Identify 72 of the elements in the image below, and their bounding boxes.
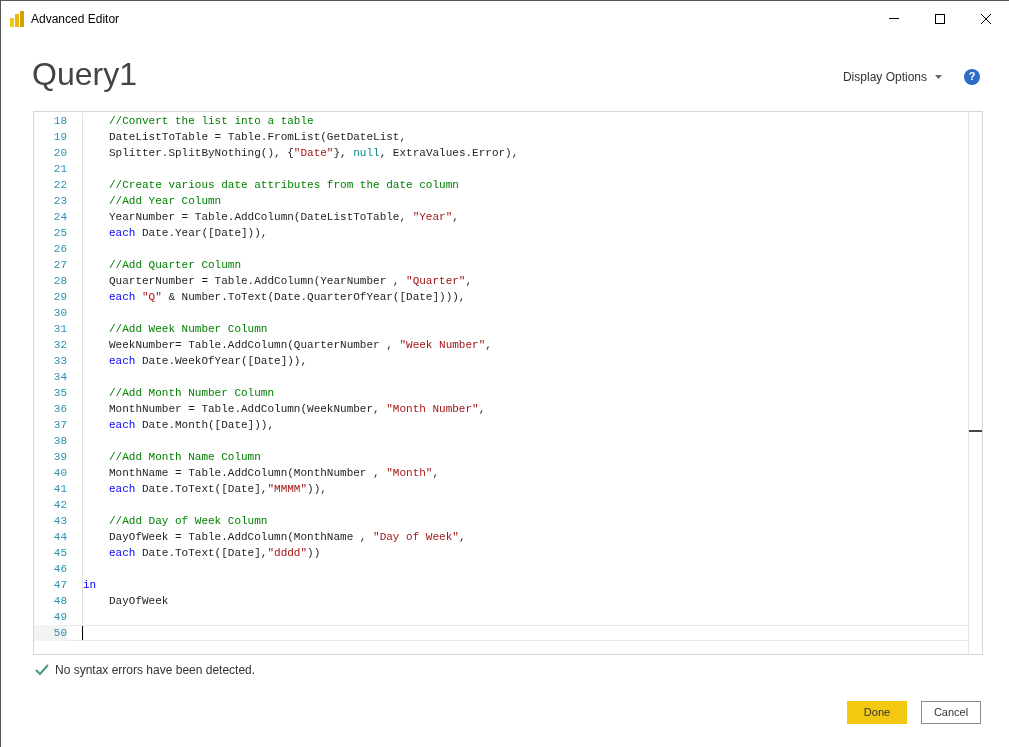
code-line: //Add Month Number Column — [109, 385, 275, 401]
line-number: 28 — [52, 273, 67, 289]
line-number: 27 — [52, 257, 67, 273]
line-number: 31 — [52, 321, 67, 337]
code-line: DayOfWeek — [109, 593, 169, 609]
line-number: 30 — [52, 305, 67, 321]
scroll-marker — [969, 430, 982, 432]
code-line: //Add Day of Week Column — [109, 513, 268, 529]
code-line: each Date.ToText([Date],"dddd")) — [109, 545, 321, 561]
done-button[interactable]: Done — [847, 701, 907, 724]
line-number: 18 — [52, 113, 67, 129]
line-number: 43 — [52, 513, 67, 529]
line-number: 33 — [52, 353, 67, 369]
line-number: 22 — [52, 177, 67, 193]
status-message: No syntax errors have been detected. — [55, 662, 256, 679]
code-line: //Add Week Number Column — [109, 321, 268, 337]
code-line: //Add Month Name Column — [109, 449, 261, 465]
query-title: Query1 — [32, 54, 137, 94]
app-logo-icon — [10, 10, 24, 27]
code-line: DayOfWeek = Table.AddColumn(MonthName , "Day of Week", — [109, 529, 466, 545]
line-number: 41 — [52, 481, 67, 497]
code-line: MonthName = Table.AddColumn(MonthNumber , "Month", — [109, 465, 440, 481]
help-button[interactable]: ? — [964, 68, 980, 85]
line-number: 21 — [52, 161, 67, 177]
code-line: each Date.ToText([Date],"MMMM")), — [109, 481, 327, 497]
caret-icon — [935, 74, 942, 79]
text-cursor — [82, 626, 83, 640]
code-line: in — [83, 577, 97, 593]
line-number: 24 — [52, 209, 67, 225]
line-number: 35 — [52, 385, 67, 401]
code-line: //Convert the list into a table — [109, 113, 314, 129]
line-number: 19 — [52, 129, 67, 145]
line-number: 26 — [52, 241, 67, 257]
code-line: //Add Year Column — [109, 193, 222, 209]
line-number: 46 — [52, 561, 67, 577]
line-number: 38 — [52, 433, 67, 449]
code-line: Splitter.SplitByNothing(), {"Date"}, null, ExtraValues.Error), — [109, 145, 519, 161]
code-line: //Add Quarter Column — [109, 257, 242, 273]
maximize-icon — [935, 13, 945, 24]
line-number: 20 — [52, 145, 67, 161]
code-line: MonthNumber = Table.AddColumn(WeekNumber, "Month Number", — [109, 401, 486, 417]
line-number: 23 — [52, 193, 67, 209]
code-line: DateListToTable = Table.FromList(GetDateList, — [109, 129, 407, 145]
close-icon — [981, 13, 991, 24]
code-editor[interactable] — [33, 111, 983, 655]
line-number: 40 — [52, 465, 67, 481]
line-number: 29 — [52, 289, 67, 305]
line-number: 50 — [34, 624, 67, 642]
code-line: each Date.Year([Date])), — [109, 225, 268, 241]
cancel-button[interactable]: Cancel — [921, 701, 981, 724]
code-line: QuarterNumber = Table.AddColumn(YearNumber , "Quarter", — [109, 273, 473, 289]
window-title: Advanced Editor — [31, 10, 120, 28]
line-number: 34 — [52, 369, 67, 385]
line-number: 48 — [52, 593, 67, 609]
line-number: 36 — [52, 401, 67, 417]
line-number: 42 — [52, 497, 67, 513]
code-line: each "Q" & Number.ToText(Date.QuarterOfYear([Date]))), — [109, 289, 466, 305]
display-options-dropdown[interactable]: Display Options — [842, 67, 942, 86]
line-number: 49 — [52, 609, 67, 625]
code-line: each Date.WeekOfYear([Date])), — [109, 353, 308, 369]
line-number: 32 — [52, 337, 67, 353]
line-number: 44 — [52, 529, 67, 545]
line-number: 25 — [52, 225, 67, 241]
minimize-icon — [889, 18, 899, 19]
line-number: 39 — [52, 449, 67, 465]
code-line: each Date.Month([Date])), — [109, 417, 275, 433]
line-number: 45 — [52, 545, 67, 561]
line-number: 47 — [52, 577, 67, 593]
code-line: //Create various date attributes from the date column — [109, 177, 459, 193]
line-number: 37 — [52, 417, 67, 433]
code-line: YearNumber = Table.AddColumn(DateListToTable, "Year", — [109, 209, 459, 225]
code-line: WeekNumber= Table.AddColumn(QuarterNumber , "Week Number", — [109, 337, 492, 353]
